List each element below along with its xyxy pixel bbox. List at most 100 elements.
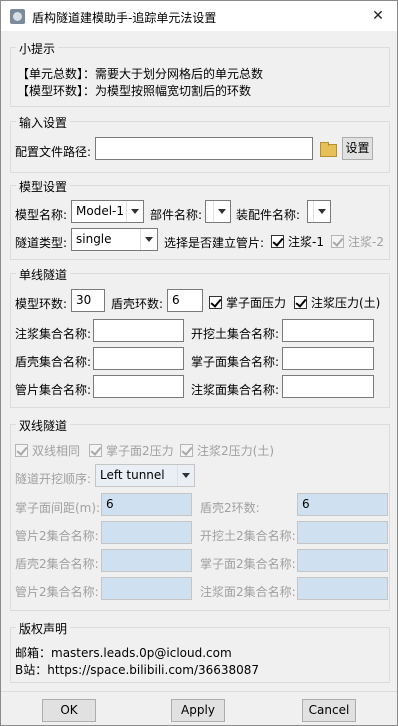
tunnel-type-label: 隧道类型:	[15, 236, 68, 250]
copyright-bilibili: B站：https://space.bilibili.com/36638087	[15, 663, 260, 677]
shield2-set-label: 盾壳2集合名称:	[15, 557, 99, 571]
window-title: 盾构隧道建模助手-追踪单元法设置	[32, 11, 217, 25]
excavation2-set-label: 开挖土2集合名称:	[200, 529, 296, 543]
model-settings-group: 模型设置 模型名称: Model-1 部件名称: 装配件名称: 隧道类型: si…	[10, 178, 390, 260]
part-name-label: 部件名称:	[150, 208, 203, 222]
double-tunnel-group: 双线隧道 双线相同 掌子面2压力 注浆2压力(土) 隧道开挖顺序: Left t…	[10, 417, 390, 611]
grout-face-set-input[interactable]	[282, 375, 374, 398]
face-pressure-label: 掌子面压力	[226, 296, 287, 310]
shield2-rings-input[interactable]: 6	[297, 493, 388, 516]
model-rings-input[interactable]: 30	[71, 289, 105, 312]
shield-set-input[interactable]	[93, 347, 184, 370]
model-settings-legend: 模型设置	[16, 178, 71, 195]
double-tunnel-legend: 双线隧道	[16, 417, 71, 434]
apply-button[interactable]: Apply	[171, 699, 225, 722]
single-tunnel-group: 单线隧道 模型环数: 30 盾壳环数: 6 掌子面压力 注浆压力(土) 注浆集合…	[10, 266, 390, 408]
grout1-label: 注浆-1	[288, 235, 324, 249]
chevron-down-icon	[126, 201, 143, 222]
excavation-order-select[interactable]: Left tunnel	[95, 464, 195, 487]
grout-face-set-label: 注浆面集合名称:	[191, 383, 280, 397]
shield-rings-label: 盾壳环数:	[111, 297, 164, 311]
grout-face2-set-label: 注浆面2集合名称:	[200, 585, 296, 599]
hints-legend: 小提示	[16, 40, 59, 57]
grout-set-label: 注浆集合名称:	[15, 327, 92, 341]
tunnel-type-select[interactable]: single	[71, 228, 158, 251]
grout-set-input[interactable]	[93, 319, 184, 342]
hint-model-rings: 【模型环数】：为模型按照幅宽切割后的环数	[17, 84, 252, 98]
face2-set-label: 掌子面2集合名称:	[200, 557, 296, 571]
tunnel-type-value: single	[76, 232, 112, 246]
segment2-set-input[interactable]	[101, 521, 192, 544]
model-name-label: 模型名称:	[15, 208, 68, 222]
face-set-input[interactable]	[282, 347, 374, 370]
face2-pressure-label: 掌子面2压力	[106, 444, 174, 458]
chevron-down-icon	[313, 201, 330, 222]
shield-rings-input[interactable]: 6	[167, 289, 203, 312]
chevron-down-icon	[177, 465, 194, 486]
face-distance-input[interactable]: 6	[101, 493, 192, 516]
assembly-name-select[interactable]	[307, 200, 331, 223]
checkbox-checked-icon	[331, 235, 344, 248]
grout2-label: 注浆-2	[348, 235, 384, 249]
hint-element-count: 【单元总数】：需要大于划分网格后的单元总数	[17, 67, 264, 81]
checkbox-checked-icon	[89, 444, 102, 457]
shield2-rings-label: 盾壳2环数:	[200, 501, 260, 515]
checkbox-checked-icon	[209, 296, 222, 309]
excavation-set-input[interactable]	[282, 319, 374, 342]
config-path-label: 配置文件路径:	[15, 145, 92, 159]
grout1-checkbox[interactable]: 注浆-1	[271, 233, 324, 250]
assembly-name-label: 装配件名称:	[236, 208, 301, 222]
face-set-label: 掌子面集合名称:	[191, 355, 280, 369]
footer-divider	[1, 691, 397, 692]
segment-set-label: 管片集合名称:	[15, 383, 92, 397]
model-rings-label: 模型环数:	[15, 297, 68, 311]
segment-set-input[interactable]	[93, 375, 184, 398]
excavation-set-label: 开挖土集合名称:	[191, 327, 280, 341]
double-same-checkbox[interactable]: 双线相同	[15, 442, 80, 459]
excavation-order-value: Left tunnel	[100, 468, 165, 482]
copyright-group: 版权声明 邮箱：masters.leads.0p@icloud.com B站：h…	[10, 620, 390, 683]
excavation2-set-input[interactable]	[297, 521, 388, 544]
checkbox-checked-icon	[294, 296, 307, 309]
ok-button[interactable]: OK	[42, 699, 96, 722]
double-same-label: 双线相同	[32, 444, 81, 458]
input-settings-legend: 输入设置	[16, 114, 71, 131]
pipe-label: 选择是否建立管片:	[164, 236, 265, 250]
face2-pressure-checkbox[interactable]: 掌子面2压力	[89, 442, 174, 459]
title-bar: 盾构隧道建模助手-追踪单元法设置 ✕	[1, 1, 397, 31]
set-config-button[interactable]: 设置	[342, 137, 373, 160]
segment2-set-label: 管片2集合名称:	[15, 529, 99, 543]
grout2-checkbox[interactable]: 注浆-2	[331, 233, 384, 250]
copyright-legend: 版权声明	[16, 620, 71, 637]
grout-pressure-label: 注浆压力(土)	[311, 296, 381, 310]
shield2-set-input[interactable]	[101, 549, 192, 572]
face2-set-input[interactable]	[297, 549, 388, 572]
grout2-pressure-checkbox[interactable]: 注浆2压力(土)	[180, 442, 274, 459]
hints-group: 小提示 【单元总数】：需要大于划分网格后的单元总数 【模型环数】：为模型按照幅宽…	[10, 40, 390, 107]
part-name-select[interactable]	[205, 200, 231, 223]
checkbox-checked-icon	[271, 235, 284, 248]
copyright-email: 邮箱：masters.leads.0p@icloud.com	[15, 646, 232, 660]
segment2b-set-label: 管片2集合名称:	[15, 585, 99, 599]
grout-face2-set-input[interactable]	[297, 577, 388, 600]
chevron-down-icon	[213, 201, 230, 222]
folder-open-icon[interactable]	[317, 138, 339, 160]
close-icon[interactable]: ✕	[363, 4, 393, 28]
single-tunnel-legend: 单线隧道	[16, 266, 71, 283]
excavation-order-label: 隧道开挖顺序:	[15, 472, 92, 486]
chevron-down-icon	[140, 229, 157, 250]
grout-pressure-checkbox[interactable]: 注浆压力(土)	[294, 294, 380, 311]
grout2-pressure-label: 注浆2压力(土)	[197, 444, 274, 458]
face-distance-label: 掌子面间距(m):	[15, 501, 101, 515]
face-pressure-checkbox[interactable]: 掌子面压力	[209, 294, 286, 311]
checkbox-checked-icon	[15, 444, 28, 457]
checkbox-checked-icon	[180, 444, 193, 457]
app-icon	[10, 9, 25, 24]
shield-set-label: 盾壳集合名称:	[15, 355, 92, 369]
config-path-input[interactable]	[95, 137, 313, 160]
dialog-window: 盾构隧道建模助手-追踪单元法设置 ✕ 小提示 【单元总数】：需要大于划分网格后的…	[0, 0, 398, 726]
segment2b-set-input[interactable]	[101, 577, 192, 600]
model-name-select[interactable]: Model-1	[71, 200, 144, 223]
cancel-button[interactable]: Cancel	[302, 699, 356, 722]
input-settings-group: 输入设置 配置文件路径: 设置	[10, 114, 390, 173]
